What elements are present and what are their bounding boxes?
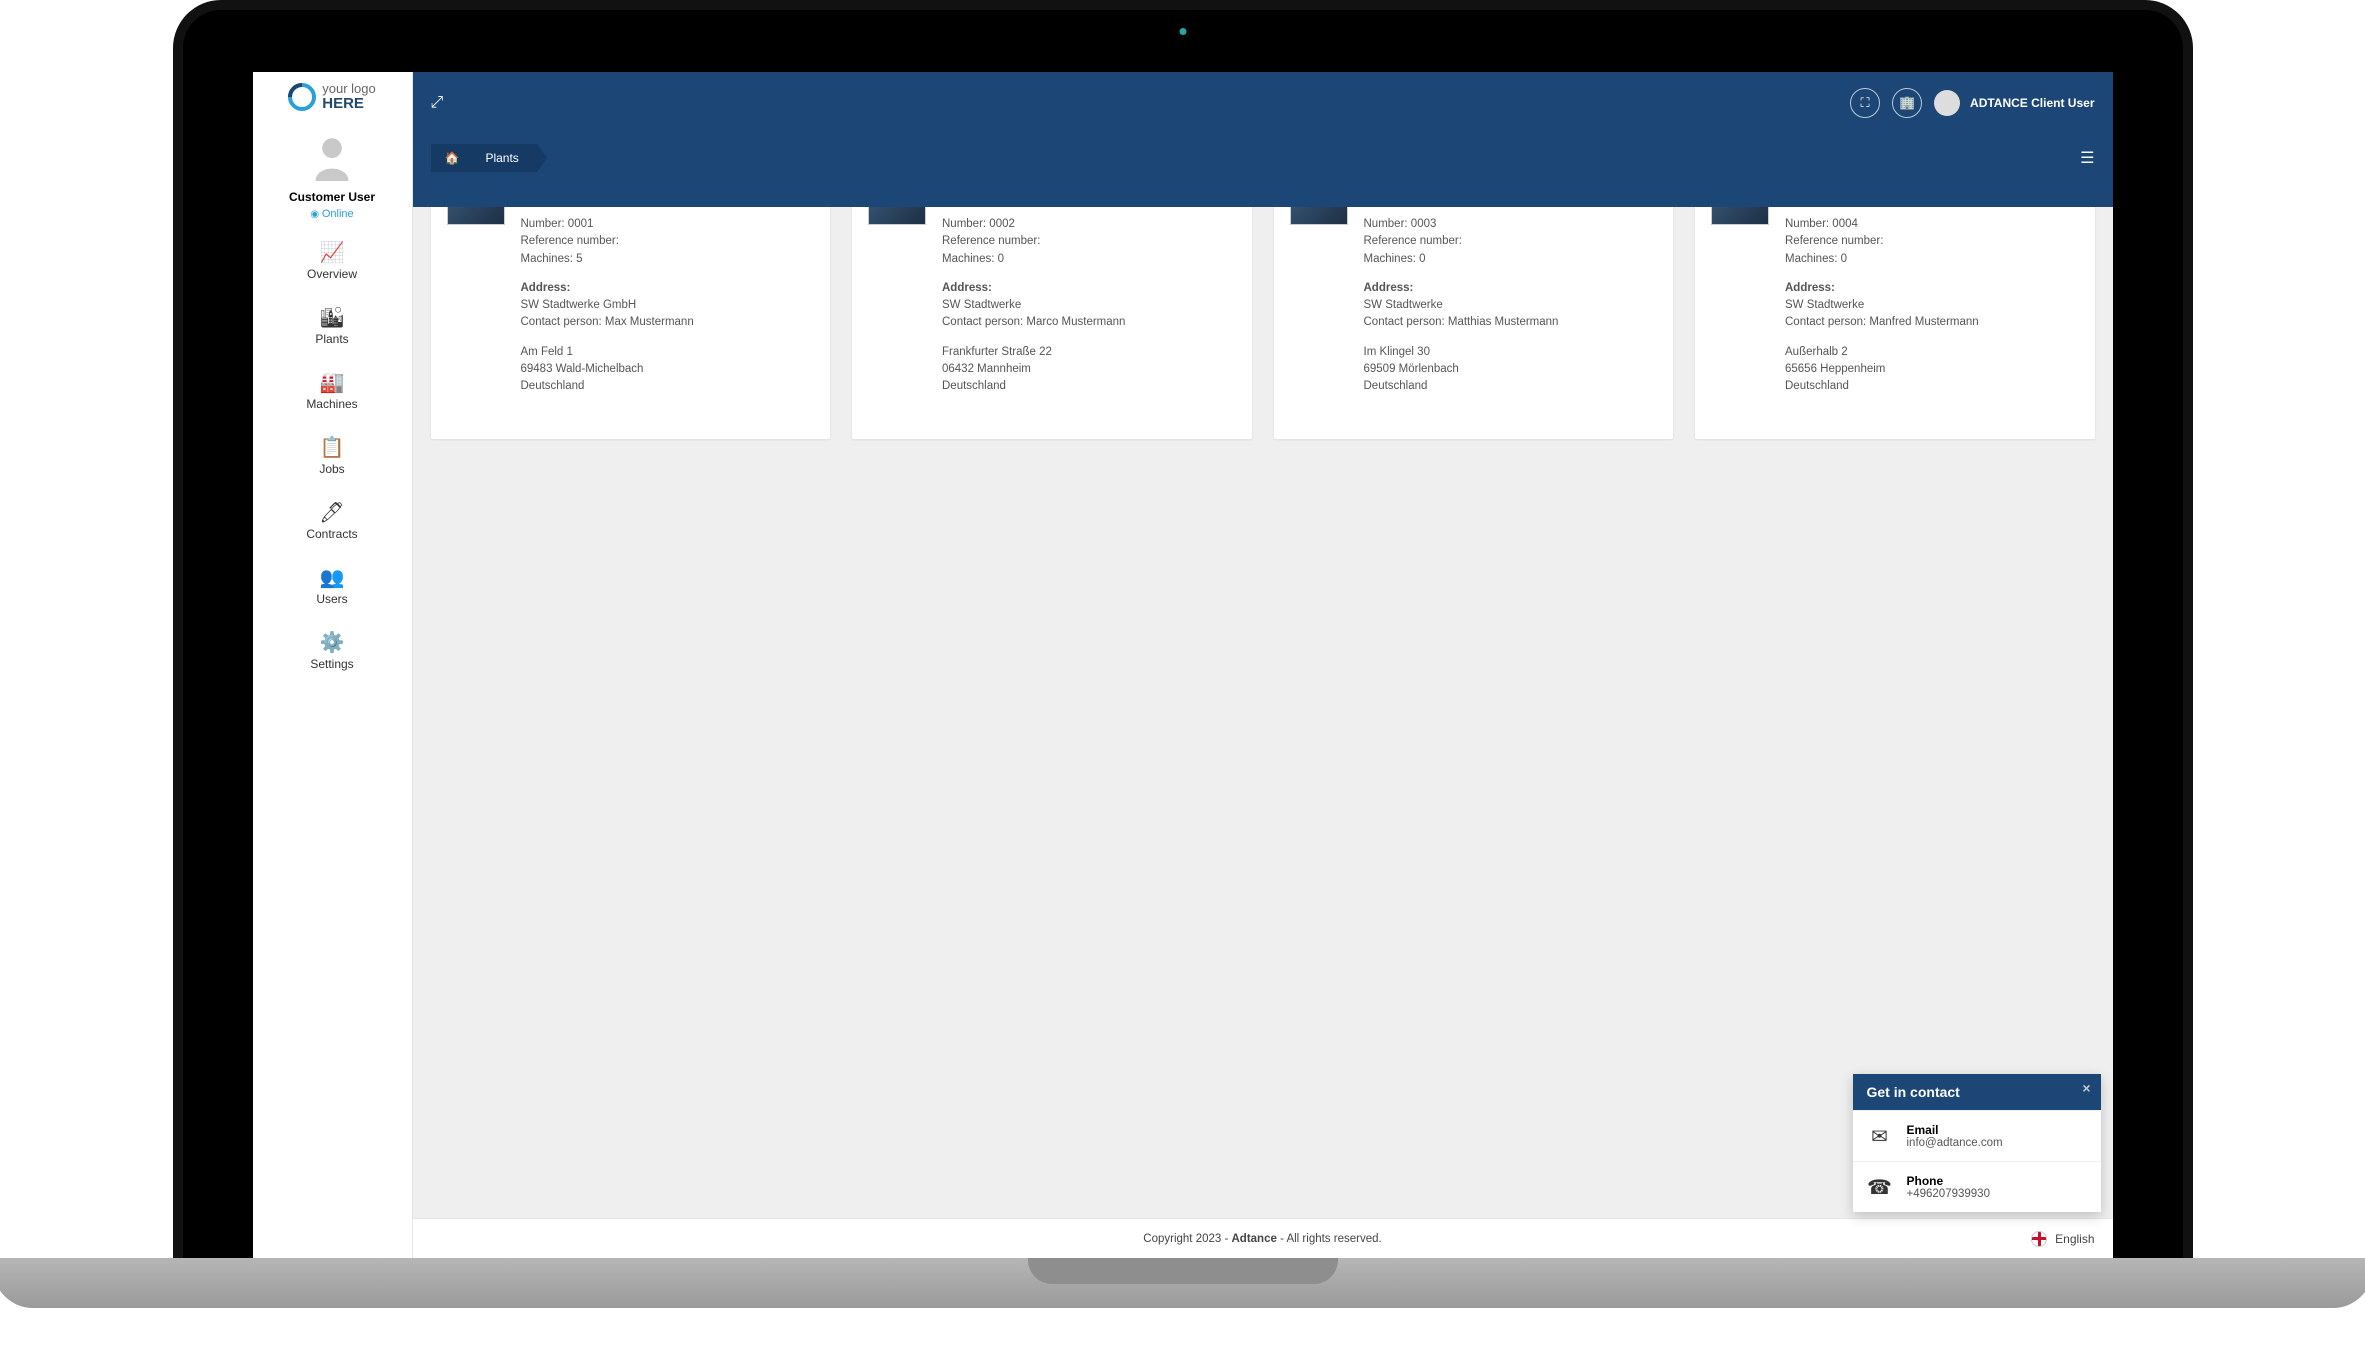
- sidebar-user-status: Online: [289, 208, 375, 220]
- sidebar-item-machines[interactable]: 🏭 Machines: [306, 370, 357, 411]
- plant-info: Number: 0001Reference number: Machines: …: [521, 216, 815, 395]
- org-button[interactable]: 🏢: [1892, 88, 1922, 118]
- header-breadcrumb-row: 🏠 Plants ☰: [413, 134, 2113, 182]
- sidebar-item-label: Overview: [307, 267, 357, 281]
- contact-email-value: info@adtance.com: [1907, 1137, 2003, 1149]
- fullscreen-button[interactable]: ⛶: [1850, 88, 1880, 118]
- contact-panel-title: Get in contact: [1867, 1084, 1960, 1100]
- sidebar: your logo HERE Customer User Online 📈 Ove…: [253, 72, 413, 1258]
- phone-icon: ☎: [1867, 1175, 1893, 1200]
- language-label: English: [2055, 1232, 2094, 1246]
- plant-info: Number: 0002Reference number: Machines: …: [942, 216, 1236, 395]
- laptop-frame: your logo HERE Customer User Online 📈 Ove…: [173, 0, 2193, 1258]
- sidebar-item-label: Users: [316, 592, 347, 606]
- contact-email-label: Email: [1907, 1123, 2003, 1137]
- sidebar-item-overview[interactable]: 📈 Overview: [306, 240, 357, 281]
- sidebar-item-label: Machines: [306, 397, 357, 411]
- footer-brand: Adtance: [1232, 1233, 1277, 1245]
- logo-line2: HERE: [322, 95, 364, 112]
- sidebar-item-label: Plants: [315, 332, 348, 346]
- sidebar-item-plants[interactable]: 🏙 Plants: [306, 305, 357, 346]
- camera-dot: [1179, 28, 1186, 35]
- plant-card-grid: Demo Plant 1Number: 0001Reference number…: [431, 225, 2095, 439]
- header: ⤢ ⛶ 🏢 ADTANCE Client User 🏠: [413, 72, 2113, 207]
- footer: Copyright 2023 - Adtance - All rights re…: [413, 1218, 2113, 1258]
- plant-thumbnail: [447, 207, 505, 225]
- language-selector[interactable]: English: [2031, 1231, 2094, 1247]
- avatar: [1934, 90, 1960, 116]
- home-icon: 🏠: [445, 151, 460, 165]
- sidebar-item-contracts[interactable]: 🖊 Contracts: [306, 500, 357, 541]
- list-view-toggle[interactable]: ☰: [2080, 148, 2094, 168]
- breadcrumb-current[interactable]: Plants: [471, 144, 536, 172]
- logo: your logo HERE: [278, 72, 385, 115]
- plant-thumbnail: [868, 207, 926, 225]
- laptop-lip: [1028, 1258, 1338, 1284]
- jobs-icon: 📋: [306, 435, 357, 460]
- contact-panel: Get in contact × ✉ Email info@adtance.co…: [1853, 1074, 2101, 1212]
- logo-icon: [288, 83, 316, 111]
- contact-phone-value: +496207939930: [1907, 1188, 1990, 1200]
- flag-icon: [2031, 1231, 2047, 1247]
- contact-close-button[interactable]: ×: [2082, 1080, 2090, 1096]
- header-user[interactable]: ADTANCE Client User: [1934, 90, 2094, 116]
- breadcrumb-home[interactable]: 🏠: [431, 144, 478, 172]
- users-icon: 👥: [306, 565, 357, 590]
- plant-card[interactable]: Demo Plant 1Number: 0001Reference number…: [431, 207, 831, 439]
- contracts-icon: 🖊: [306, 500, 357, 525]
- settings-icon: ⚙️: [306, 630, 357, 655]
- sidebar-item-jobs[interactable]: 📋 Jobs: [306, 435, 357, 476]
- contact-phone-row[interactable]: ☎ Phone +496207939930: [1853, 1161, 2101, 1212]
- content-area: Demo Plant 1Number: 0001Reference number…: [413, 207, 2113, 1218]
- plant-card[interactable]: Demo Plant 2Number: 0002Reference number…: [852, 207, 1252, 439]
- sidebar-nav: 📈 Overview 🏙 Plants 🏭 Machines 📋 Jobs 🖊 Contracts…: [306, 240, 357, 671]
- contact-phone-label: Phone: [1907, 1174, 1990, 1188]
- breadcrumb-current-label: Plants: [485, 151, 518, 165]
- footer-post: - All rights reserved.: [1277, 1233, 1382, 1245]
- sidebar-user-name: Customer User: [289, 190, 375, 204]
- contact-panel-header: Get in contact ×: [1853, 1074, 2101, 1110]
- sidebar-item-users[interactable]: 👥 Users: [306, 565, 357, 606]
- sidebar-item-label: Jobs: [319, 462, 344, 476]
- sidebar-item-settings[interactable]: ⚙️ Settings: [306, 630, 357, 671]
- plants-icon: 🏙: [306, 305, 357, 330]
- footer-pre: Copyright 2023 -: [1143, 1233, 1231, 1245]
- plant-card[interactable]: Demo Plant 3Number: 0003Reference number…: [1274, 207, 1674, 439]
- overview-icon: 📈: [306, 240, 357, 265]
- machines-icon: 🏭: [306, 370, 357, 395]
- plant-thumbnail: [1290, 207, 1348, 225]
- logo-text: your logo HERE: [322, 82, 375, 111]
- contact-email-row[interactable]: ✉ Email info@adtance.com: [1853, 1110, 2101, 1161]
- collapse-icon[interactable]: ⤢: [431, 94, 444, 112]
- plant-card[interactable]: Demo Plant 4Number: 0004Reference number…: [1695, 207, 2095, 439]
- sidebar-user: Customer User Online: [289, 135, 375, 220]
- plant-thumbnail: [1711, 207, 1769, 225]
- sidebar-item-label: Settings: [310, 657, 353, 671]
- plant-info: Number: 0003Reference number: Machines: …: [1364, 216, 1658, 395]
- logo-line1: your logo: [322, 82, 375, 96]
- plant-info: Number: 0004Reference number: Machines: …: [1785, 216, 2079, 395]
- header-top-row: ⤢ ⛶ 🏢 ADTANCE Client User: [413, 72, 2113, 134]
- header-user-name: ADTANCE Client User: [1970, 96, 2094, 110]
- email-icon: ✉: [1867, 1124, 1893, 1149]
- sidebar-item-label: Contracts: [306, 527, 357, 541]
- user-silhouette-icon: [312, 135, 352, 181]
- breadcrumb: 🏠 Plants: [431, 144, 537, 172]
- screen: your logo HERE Customer User Online 📈 Ove…: [253, 72, 2113, 1258]
